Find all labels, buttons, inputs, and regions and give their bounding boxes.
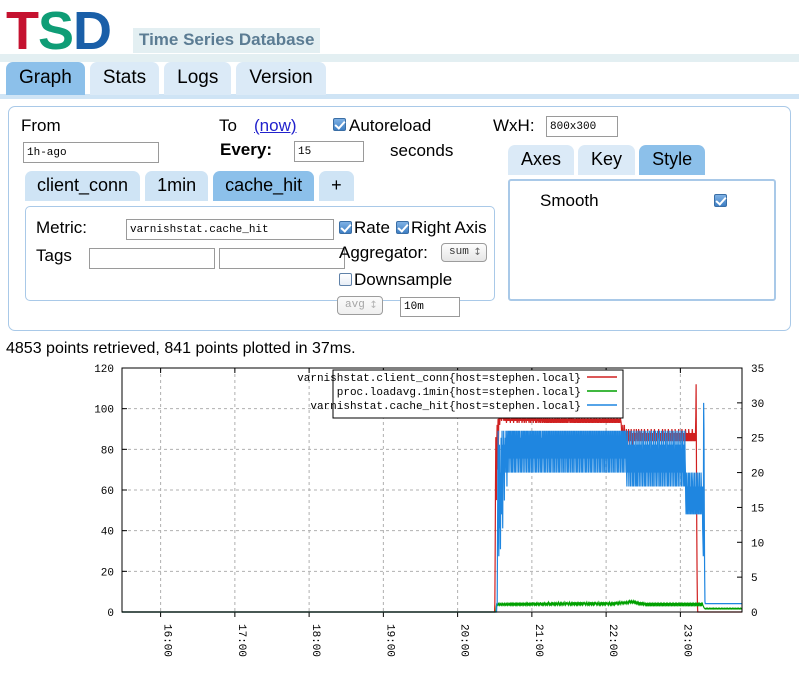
tab-graph[interactable]: Graph	[6, 62, 85, 95]
smooth-label: Smooth	[540, 191, 599, 210]
rate-label: Rate	[354, 218, 390, 237]
metric-tab-add[interactable]: +	[319, 171, 354, 201]
query-panel: From To (now) Autoreload Every: seconds …	[8, 106, 791, 331]
from-input[interactable]	[23, 142, 159, 163]
option-tab-bar: Axes Key Style	[508, 145, 709, 175]
tag-value-input[interactable]	[219, 248, 345, 269]
svg-text:16:00: 16:00	[161, 624, 173, 657]
svg-text:35: 35	[751, 364, 764, 376]
svg-text:20: 20	[751, 469, 764, 481]
style-panel: Smooth	[508, 179, 776, 301]
logo-letter-s: S	[38, 1, 74, 61]
tag-key-input[interactable]	[89, 248, 215, 269]
tab-logs[interactable]: Logs	[164, 62, 232, 95]
svg-text:19:00: 19:00	[383, 624, 395, 657]
downsample-label: Downsample	[354, 270, 453, 289]
app-header: TSD Time Series Database	[0, 0, 799, 62]
metric-tab-client-conn[interactable]: client_conn	[25, 171, 141, 201]
smooth-checkbox[interactable]	[714, 194, 727, 207]
aggregator-select[interactable]: sum	[441, 243, 487, 262]
every-label: Every:	[220, 140, 272, 159]
svg-text:120: 120	[94, 364, 114, 376]
svg-text:20:00: 20:00	[458, 624, 470, 657]
app-subtitle: Time Series Database	[133, 28, 321, 53]
metric-input[interactable]	[126, 219, 334, 240]
every-input[interactable]	[294, 141, 364, 162]
right-axis-label: Right Axis	[411, 218, 487, 237]
main-tab-bar: Graph Stats Logs Version	[0, 62, 799, 95]
header-accent-bar	[0, 54, 799, 62]
downsample-interval-input[interactable]	[400, 297, 460, 317]
option-tab-key[interactable]: Key	[578, 145, 636, 175]
metric-tab-cache-hit[interactable]: cache_hit	[213, 171, 315, 201]
from-label: From	[21, 116, 61, 135]
tags-label: Tags	[36, 246, 72, 265]
svg-text:25: 25	[751, 434, 764, 446]
metric-label: Metric:	[36, 218, 87, 237]
option-tab-axes[interactable]: Axes	[508, 145, 575, 175]
seconds-label: seconds	[390, 141, 454, 160]
tab-version[interactable]: Version	[236, 62, 326, 95]
svg-text:5: 5	[751, 573, 758, 585]
graph-image[interactable]: 16:00 17:00 18:00 19:00 20:00 21:00 22:00 23:00…	[0, 362, 799, 662]
metric-tab-1min[interactable]: 1min	[145, 171, 209, 201]
svg-text:varnishstat.cache_hit{host=ste: varnishstat.cache_hit{host=stephen.local…	[310, 401, 581, 413]
status-text: 4853 points retrieved, 841 points plotte…	[6, 340, 356, 357]
svg-text:80: 80	[101, 445, 114, 457]
svg-text:100: 100	[94, 405, 114, 417]
svg-text:0: 0	[751, 608, 758, 620]
now-link[interactable]: (now)	[254, 116, 297, 136]
svg-text:23:00: 23:00	[680, 624, 692, 657]
aggregator-label: Aggregator:	[339, 243, 428, 262]
wxh-input[interactable]	[546, 116, 618, 137]
svg-text:60: 60	[101, 486, 114, 498]
downsample-checkbox[interactable]	[339, 273, 352, 286]
svg-text:varnishstat.client_conn{host=s: varnishstat.client_conn{host=stephen.loc…	[297, 373, 581, 385]
svg-text:18:00: 18:00	[309, 624, 321, 657]
logo-letter-t: T	[6, 1, 39, 61]
downsample-aggregator-select[interactable]: avg	[337, 296, 383, 315]
graph-container: 16:00 17:00 18:00 19:00 20:00 21:00 22:00 23:00…	[0, 362, 799, 662]
app-logo: TSD	[6, 1, 112, 61]
autoreload-checkbox[interactable]	[333, 118, 346, 131]
option-tab-style[interactable]: Style	[639, 145, 706, 175]
svg-text:20: 20	[101, 567, 114, 579]
autoreload-label: Autoreload	[349, 116, 432, 135]
tab-stats[interactable]: Stats	[89, 62, 160, 95]
logo-letter-d: D	[73, 1, 112, 61]
svg-text:30: 30	[751, 399, 764, 411]
svg-text:17:00: 17:00	[235, 624, 247, 657]
svg-text:22:00: 22:00	[606, 624, 618, 657]
to-label: To	[219, 116, 237, 135]
svg-text:21:00: 21:00	[532, 624, 544, 657]
svg-text:15: 15	[751, 503, 764, 515]
wxh-label: WxH:	[493, 116, 535, 135]
svg-text:40: 40	[101, 527, 114, 539]
right-axis-checkbox[interactable]	[396, 221, 409, 234]
svg-text:10: 10	[751, 538, 764, 550]
rate-checkbox[interactable]	[339, 221, 352, 234]
metric-form: Metric: Tags Rate Right Axis Aggregator:…	[25, 206, 495, 317]
svg-text:proc.loadavg.1min{host=stephen: proc.loadavg.1min{host=stephen.local}	[337, 387, 581, 399]
metric-tab-bar: client_conn 1min cache_hit +	[25, 171, 359, 201]
svg-text:0: 0	[107, 608, 114, 620]
